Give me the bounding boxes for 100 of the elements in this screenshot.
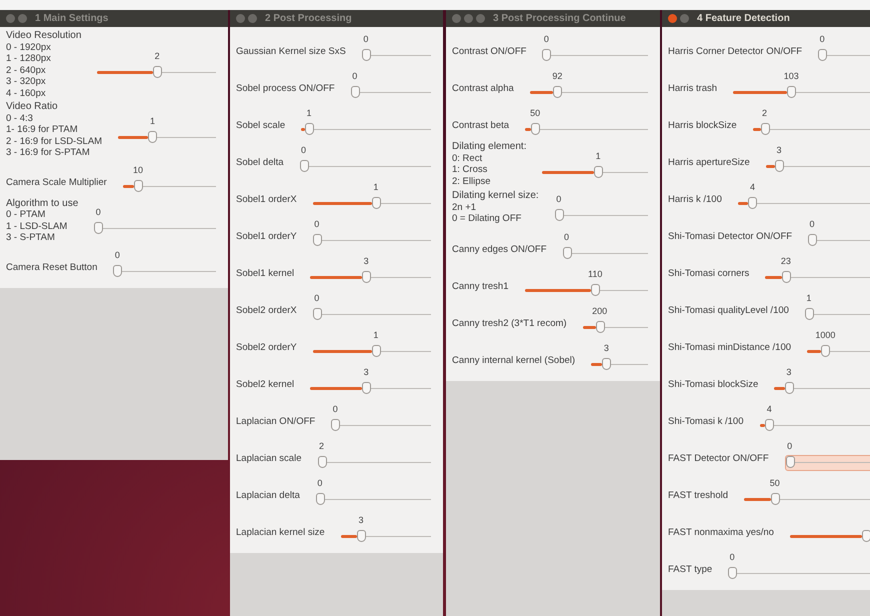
slider-thumb[interactable]: [728, 567, 738, 579]
slider-value: 1: [806, 293, 812, 303]
slider-thumb[interactable]: [542, 49, 552, 61]
slider-thumb[interactable]: [356, 530, 366, 542]
slider-value: 10: [133, 164, 144, 174]
slider-thumb[interactable]: [591, 284, 600, 296]
trackbar-label: Sobel1 kernel: [236, 268, 294, 280]
trackbar-label: 3 - 16:9 for S-PTAM: [6, 147, 91, 158]
trackbar-label: Canny tresh2 (3*T1 recom): [452, 318, 567, 330]
slider-value: 0: [556, 194, 562, 204]
slider-value: 0: [114, 250, 120, 260]
trackbar-label: Canny tresh1: [452, 281, 509, 293]
slider-thumb[interactable]: [787, 86, 796, 98]
trackbar-label: Shi-Tomasi minDistance /100: [668, 342, 792, 354]
slider-value: 0: [363, 34, 368, 44]
slider-thumb[interactable]: [312, 234, 322, 246]
trackbar-label: Sobel process ON/OFF: [236, 83, 335, 95]
slider-thumb[interactable]: [331, 419, 340, 431]
slider-value: 0: [564, 232, 570, 242]
trackbar-label: 2n +1: [452, 202, 478, 214]
slider-thumb[interactable]: [113, 264, 122, 276]
close-button[interactable]: [452, 14, 461, 23]
trackbar-label: Sobel1 orderY: [236, 231, 297, 243]
slider-thumb[interactable]: [784, 382, 794, 394]
trackbar-label: FAST type: [668, 564, 712, 576]
slider-thumb[interactable]: [808, 234, 818, 246]
slider-thumb[interactable]: [153, 66, 162, 78]
trackbar-label: FAST treshold: [668, 490, 728, 502]
minimize-button[interactable]: [464, 14, 473, 23]
slider-thumb[interactable]: [760, 123, 770, 135]
trackbar-label: Canny edges ON/OFF: [452, 244, 547, 256]
slider-thumb[interactable]: [862, 530, 870, 542]
slider-thumb[interactable]: [300, 160, 309, 172]
slider-thumb[interactable]: [350, 86, 360, 98]
slider-thumb[interactable]: [594, 166, 604, 178]
slider-thumb[interactable]: [362, 271, 372, 283]
trackbar-label: Camera Reset Button: [6, 262, 98, 274]
minimize-button[interactable]: [18, 14, 27, 23]
trackbar-label: Sobel2 orderX: [236, 305, 297, 317]
slider-thumb[interactable]: [134, 180, 144, 192]
slider-thumb[interactable]: [305, 123, 314, 135]
slider-thumb[interactable]: [562, 247, 572, 259]
slider-thumb[interactable]: [602, 358, 612, 370]
slider-thumb[interactable]: [553, 86, 562, 98]
slider-value: 2: [319, 441, 324, 451]
slider-value: 3: [776, 145, 782, 155]
trackbar-label: 3 - 320px: [6, 76, 47, 88]
slider-thumb[interactable]: [94, 222, 104, 234]
slider-thumb[interactable]: [362, 382, 372, 394]
slider-thumb[interactable]: [372, 345, 381, 357]
slider-thumb[interactable]: [748, 197, 758, 209]
trackbar-label: 0 = Dilating OFF: [452, 213, 522, 225]
trackbar-label: Contrast alpha: [452, 83, 514, 95]
minimize-button[interactable]: [680, 14, 689, 23]
slider-thumb[interactable]: [770, 493, 780, 505]
slider-thumb[interactable]: [821, 345, 830, 357]
slider-value: 110: [588, 269, 602, 279]
trackbar-label: 3 - S-PTAM: [6, 232, 56, 244]
minimize-button[interactable]: [248, 14, 257, 23]
trackbar-label: Shi-Tomasi blockSize: [668, 379, 758, 391]
trackbar-label: Contrast ON/OFF: [452, 46, 526, 58]
slider-thumb[interactable]: [372, 197, 381, 209]
slider-thumb[interactable]: [804, 308, 814, 320]
trackbar-label: 1 - LSD-SLAM: [6, 220, 68, 232]
slider-value: 0: [317, 478, 322, 488]
close-button[interactable]: [236, 14, 245, 23]
window-title: 1 Main Settings: [35, 13, 108, 24]
trackbar-label: FAST nonmaxima yes/no: [668, 527, 774, 539]
slider-value: 3: [604, 343, 609, 353]
slider-thumb[interactable]: [596, 321, 605, 333]
slider-thumb[interactable]: [554, 209, 564, 221]
trackbar-label: 1 - 1280px: [6, 53, 52, 64]
slider-value: 1: [150, 116, 155, 126]
trackbar-label: Laplacian kernel size: [236, 527, 325, 539]
slider-thumb[interactable]: [362, 49, 371, 61]
trackbar-label: Contrast beta: [452, 120, 510, 132]
slider-thumb[interactable]: [765, 419, 774, 431]
trackbar-label: Sobel delta: [236, 157, 284, 169]
slider-value: 0: [314, 293, 320, 303]
slider-thumb[interactable]: [318, 456, 326, 468]
window-title: 3 Post Processing Continue: [493, 13, 626, 24]
slider-value: 1: [596, 150, 601, 160]
slider-thumb[interactable]: [786, 456, 795, 468]
trackbar-label: Algorithm to use: [6, 198, 78, 209]
slider-thumb[interactable]: [775, 160, 784, 172]
slider-thumb[interactable]: [312, 308, 322, 320]
maximize-button[interactable]: [476, 14, 485, 23]
slider-thumb[interactable]: [782, 271, 791, 283]
slider-thumb[interactable]: [148, 131, 158, 144]
trackbar-label: 0 - 1920px: [6, 42, 52, 53]
trackbar-label: Harris Corner Detector ON/OFF: [668, 46, 802, 58]
slider-value: 1000: [815, 330, 836, 340]
slider-thumb[interactable]: [531, 123, 540, 135]
slider-thumb[interactable]: [818, 49, 828, 61]
close-button[interactable]: [6, 14, 15, 23]
slider-value: 0: [352, 71, 358, 81]
trackbar-label: 1- 16:9 for PTAM: [6, 124, 79, 136]
slider-value: 3: [358, 515, 364, 525]
slider-thumb[interactable]: [316, 493, 325, 505]
close-button[interactable]: [668, 14, 677, 23]
